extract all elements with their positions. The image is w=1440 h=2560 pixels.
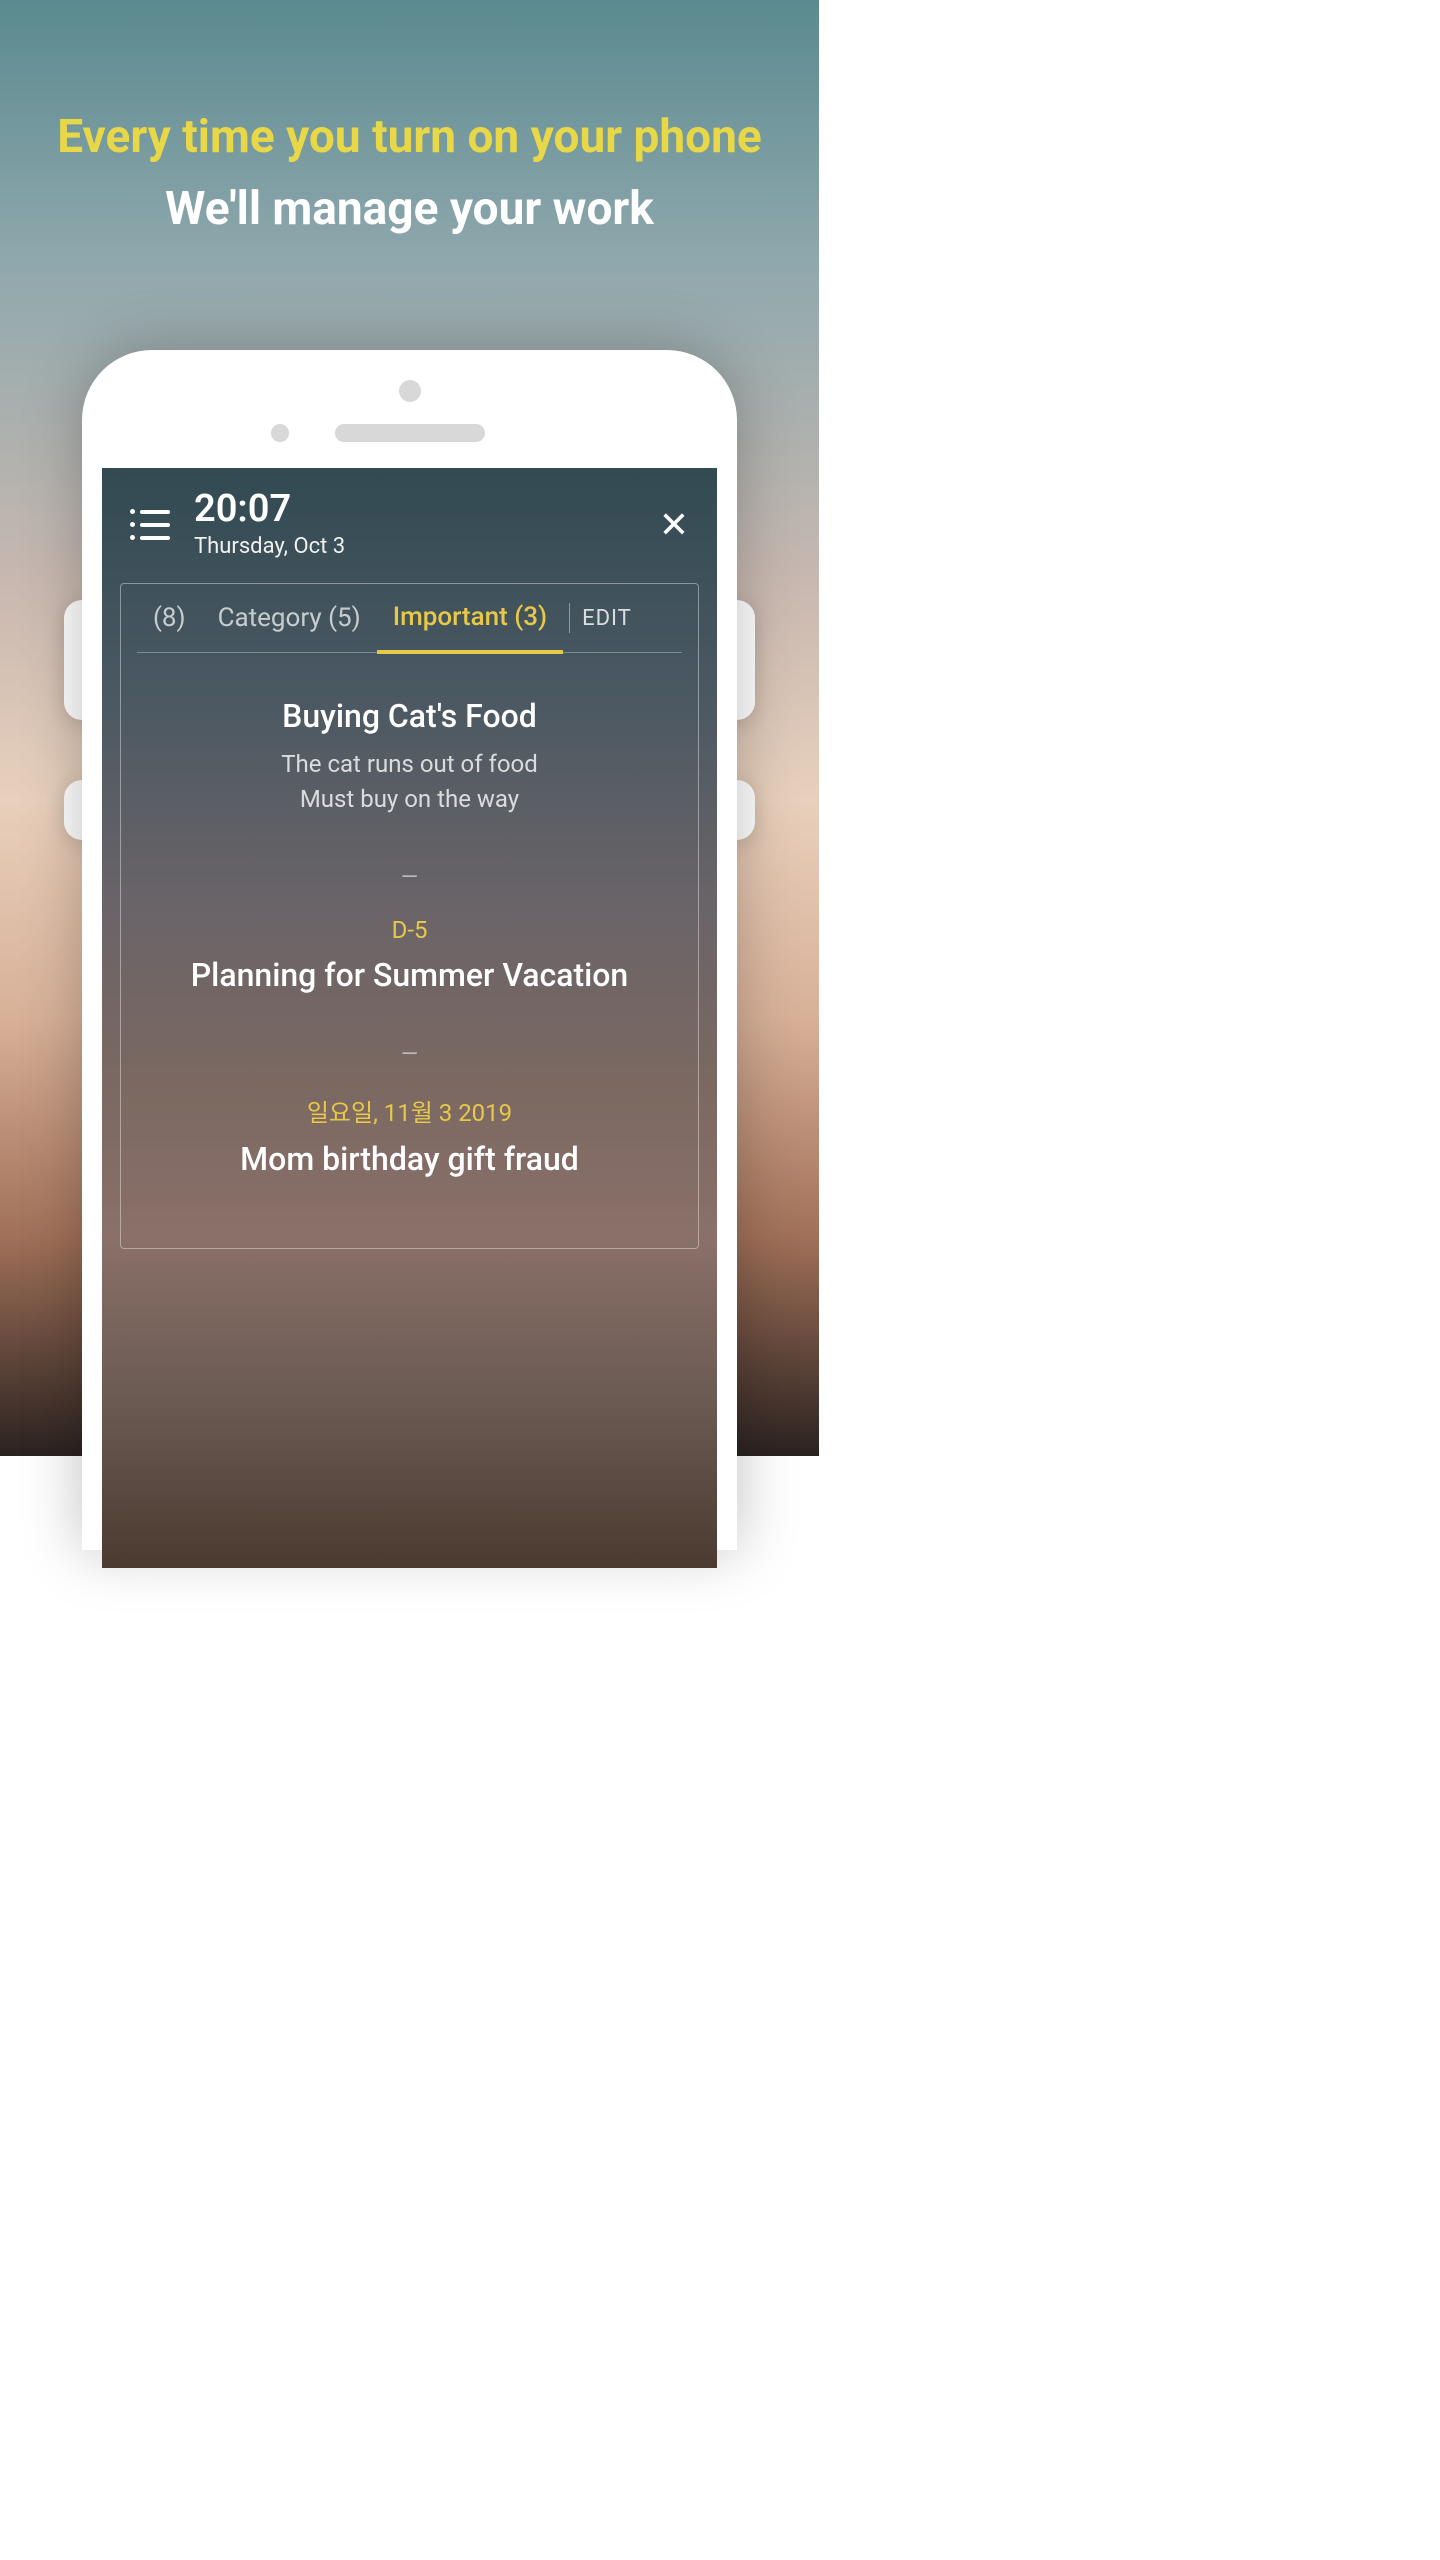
entry-list: Buying Cat's Food The cat runs out of fo… (137, 653, 682, 1208)
list-icon[interactable] (130, 508, 170, 542)
entry-badge: 일요일, 11월 3 2019 (137, 1093, 682, 1128)
promo-headline: Every time you turn on your phone (0, 110, 819, 164)
edit-button[interactable]: EDIT (576, 606, 638, 649)
header: 20:07 Thursday, Oct 3 ✕ (102, 468, 717, 577)
tab-category[interactable]: Category (5) (202, 603, 377, 651)
tab-bar: (8) Category (5) Important (3) EDIT (137, 584, 682, 653)
lock-screen: 20:07 Thursday, Oct 3 ✕ (8) Category (5)… (102, 468, 717, 1568)
task-panel: (8) Category (5) Important (3) EDIT Buyi… (120, 583, 699, 1249)
close-icon[interactable]: ✕ (659, 507, 689, 543)
divider: — (137, 847, 682, 916)
promo-text: Every time you turn on your phone We'll … (0, 110, 819, 236)
entry-badge: D-5 (137, 916, 682, 944)
list-item[interactable]: D-5 Planning for Summer Vacation (137, 916, 682, 1024)
entry-title: Planning for Summer Vacation (137, 956, 682, 994)
tab-all[interactable]: (8) (137, 603, 202, 651)
entry-subtitle: The cat runs out of foodMust buy on the … (137, 747, 682, 817)
entry-title: Buying Cat's Food (137, 697, 682, 735)
list-item[interactable]: 일요일, 11월 3 2019 Mom birthday gift fraud (137, 1093, 682, 1208)
clock: 20:07 Thursday, Oct 3 (194, 490, 635, 559)
tab-separator (569, 603, 570, 633)
entry-title: Mom birthday gift fraud (137, 1140, 682, 1178)
date-text: Thursday, Oct 3 (194, 534, 635, 559)
phone-speaker (335, 424, 485, 442)
phone-frame: 20:07 Thursday, Oct 3 ✕ (8) Category (5)… (82, 350, 737, 1550)
time-text: 20:07 (194, 490, 635, 528)
divider: — (137, 1024, 682, 1093)
tab-important[interactable]: Important (3) (377, 602, 563, 654)
list-item[interactable]: Buying Cat's Food The cat runs out of fo… (137, 697, 682, 847)
phone-camera (399, 380, 421, 402)
promo-subhead: We'll manage your work (0, 182, 819, 236)
